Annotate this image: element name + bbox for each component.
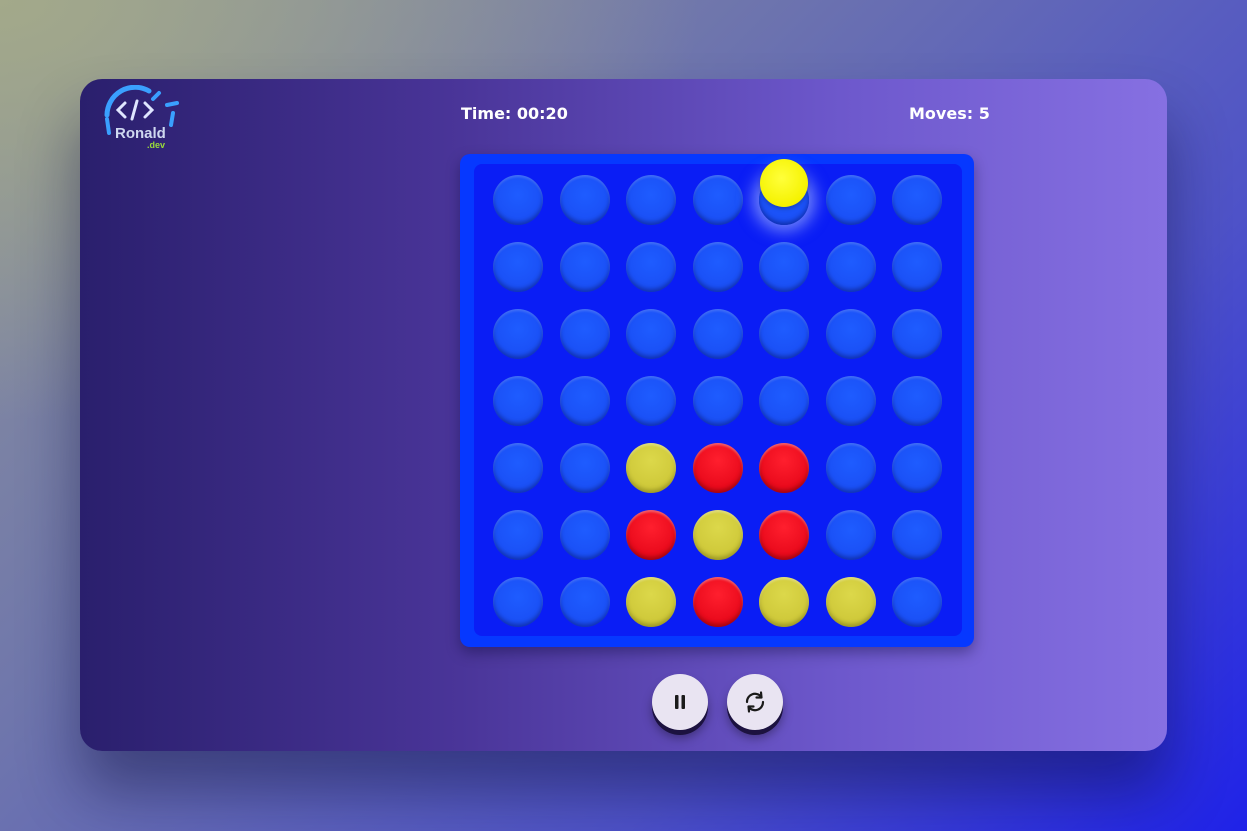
empty-slot[interactable] [493, 175, 543, 225]
empty-slot[interactable] [825, 242, 876, 292]
empty-slot[interactable] [493, 577, 543, 627]
empty-slot[interactable] [559, 309, 610, 359]
yellow-disc[interactable] [626, 577, 676, 627]
empty-slot[interactable] [559, 577, 610, 627]
empty-slot[interactable] [892, 242, 942, 292]
empty-slot[interactable] [892, 175, 942, 225]
pause-icon [675, 695, 685, 709]
red-disc[interactable] [692, 443, 743, 493]
empty-slot[interactable] [493, 309, 543, 359]
empty-slot[interactable] [892, 309, 942, 359]
empty-slot[interactable] [559, 443, 610, 493]
empty-slot[interactable] [493, 242, 543, 292]
red-disc[interactable] [626, 510, 676, 560]
restart-icon [745, 691, 765, 713]
red-disc[interactable] [759, 443, 809, 493]
empty-slot[interactable] [759, 242, 809, 292]
empty-slot[interactable] [825, 376, 876, 426]
empty-slot[interactable] [692, 376, 743, 426]
empty-slot[interactable] [825, 175, 876, 225]
empty-slot[interactable] [493, 510, 543, 560]
empty-slot[interactable] [692, 242, 743, 292]
empty-slot[interactable] [759, 376, 809, 426]
empty-slot[interactable] [626, 175, 676, 225]
empty-slot[interactable] [892, 376, 942, 426]
empty-slot[interactable] [626, 376, 676, 426]
empty-slot[interactable] [626, 309, 676, 359]
code-brackets-logo-icon: Ronald .dev [104, 84, 179, 150]
hover-disc-yellow [760, 159, 808, 207]
empty-slot[interactable] [692, 309, 743, 359]
ronald-dev-logo[interactable]: Ronald .dev [101, 84, 183, 151]
pause-button[interactable] [652, 674, 708, 730]
game-board[interactable] [474, 164, 962, 636]
empty-slot[interactable] [825, 309, 876, 359]
red-disc[interactable] [759, 510, 809, 560]
red-disc[interactable] [692, 577, 743, 627]
empty-slot[interactable] [825, 510, 876, 560]
empty-slot[interactable] [493, 443, 543, 493]
restart-button[interactable] [727, 674, 783, 730]
empty-slot[interactable] [559, 175, 610, 225]
empty-slot[interactable] [892, 443, 942, 493]
yellow-disc[interactable] [692, 510, 743, 560]
empty-slot[interactable] [892, 510, 942, 560]
empty-slot[interactable] [825, 443, 876, 493]
empty-slot[interactable] [559, 510, 610, 560]
empty-slot[interactable] [892, 577, 942, 627]
empty-slot[interactable] [493, 376, 543, 426]
empty-slot[interactable] [626, 242, 676, 292]
yellow-disc[interactable] [825, 577, 876, 627]
yellow-disc[interactable] [626, 443, 676, 493]
empty-slot[interactable] [759, 309, 809, 359]
logo-suffix: .dev [147, 140, 165, 150]
empty-slot[interactable] [559, 376, 610, 426]
moves-counter: Moves: 5 [909, 104, 990, 123]
empty-slot[interactable] [559, 242, 610, 292]
empty-slot[interactable] [692, 175, 743, 225]
timer-display: Time: 00:20 [461, 104, 568, 123]
yellow-disc[interactable] [759, 577, 809, 627]
